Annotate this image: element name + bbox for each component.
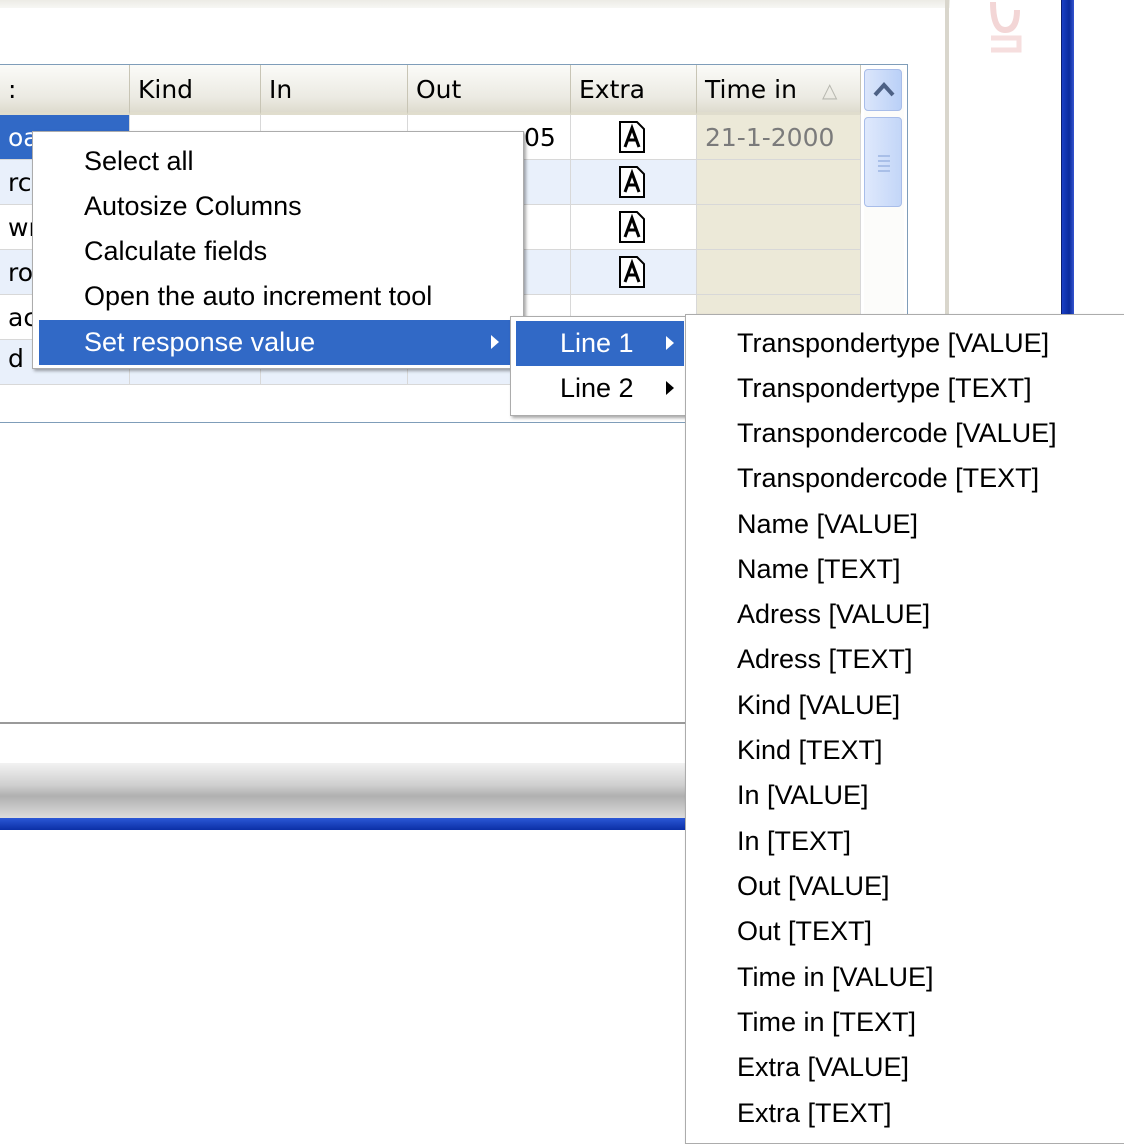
context-menu: Select all Autosize Columns Calculate fi… — [32, 131, 524, 369]
table-cell-time-in[interactable] — [697, 250, 861, 295]
menu-item-field[interactable]: Transpondercode [VALUE] — [737, 411, 1057, 456]
column-header-extra[interactable]: Extra — [571, 65, 697, 115]
scroll-thumb[interactable] — [864, 117, 902, 207]
window-top-edge — [0, 0, 950, 8]
text-document-icon — [619, 256, 645, 288]
menu-item-field[interactable]: Out [TEXT] — [737, 909, 872, 954]
text-document-icon — [619, 166, 645, 198]
grip-icon — [878, 155, 890, 172]
table-cell-time-in[interactable]: 21-1-2000 — [697, 115, 861, 160]
menu-item-field[interactable]: Name [TEXT] — [737, 547, 901, 592]
panel-divider — [0, 722, 690, 724]
submenu-arrow-icon — [666, 381, 674, 395]
column-header-out[interactable]: Out — [408, 65, 571, 115]
panel-gradient-bar — [0, 763, 690, 818]
menu-item-field[interactable]: Adress [VALUE] — [737, 592, 930, 637]
submenu-arrow-icon — [666, 336, 674, 350]
submenu-arrow-icon — [491, 335, 499, 349]
menu-item-field[interactable]: Name [VALUE] — [737, 502, 918, 547]
menu-item-field[interactable]: Kind [TEXT] — [737, 728, 883, 773]
menu-item-line-1-label: Line 1 — [560, 328, 634, 358]
menu-item-open-auto-increment-tool[interactable]: Open the auto increment tool — [33, 274, 523, 319]
side-panel — [950, 0, 1124, 320]
field-submenu: Transpondertype [VALUE] Transpondertype … — [685, 314, 1124, 1144]
menu-item-field[interactable]: Time in [VALUE] — [737, 955, 934, 1000]
menu-item-select-all[interactable]: Select all — [33, 139, 523, 184]
menu-item-field[interactable]: Transpondertype [TEXT] — [737, 366, 1032, 411]
chevron-up-icon — [873, 82, 895, 97]
menu-item-calculate-fields[interactable]: Calculate fields — [33, 229, 523, 274]
column-header-in[interactable]: In — [261, 65, 408, 115]
line-submenu: Line 1 Line 2 — [510, 316, 690, 416]
menu-item-set-response-value[interactable]: Set response value — [39, 320, 517, 365]
menu-item-field[interactable]: Out [VALUE] — [737, 864, 890, 909]
menu-item-field[interactable]: Extra [TEXT] — [737, 1091, 892, 1136]
menu-item-line-2-label: Line 2 — [560, 373, 634, 403]
table-cell-time-in[interactable] — [697, 160, 861, 205]
table-cell-extra[interactable] — [571, 115, 697, 160]
menu-item-set-response-value-label: Set response value — [84, 327, 316, 357]
menu-item-field[interactable]: Kind [VALUE] — [737, 683, 900, 728]
menu-item-field[interactable]: Time in [TEXT] — [737, 1000, 916, 1045]
window-frame-blue — [1061, 0, 1074, 320]
menu-item-autosize-columns[interactable]: Autosize Columns — [33, 184, 523, 229]
menu-item-field[interactable]: In [VALUE] — [737, 773, 869, 818]
column-header-time-in-label: Time in — [705, 75, 797, 104]
table-cell-extra[interactable] — [571, 250, 697, 295]
scroll-up-button[interactable] — [864, 69, 902, 111]
table-cell-extra[interactable] — [571, 160, 697, 205]
table-cell-extra[interactable] — [571, 205, 697, 250]
menu-item-field[interactable]: Transpondercode [TEXT] — [737, 456, 1039, 501]
window-divider — [945, 0, 949, 320]
column-header-time-in[interactable]: Time in △ — [697, 65, 861, 115]
menu-item-field[interactable]: Adress [TEXT] — [737, 637, 913, 682]
text-document-icon — [619, 121, 645, 153]
partial-logo-icon — [990, 1, 1022, 53]
menu-item-line-1[interactable]: Line 1 — [516, 321, 684, 366]
menu-item-field[interactable]: In [TEXT] — [737, 819, 851, 864]
panel-blue-bar — [0, 818, 690, 830]
text-document-icon — [619, 211, 645, 243]
menu-item-field[interactable]: Transpondertype [VALUE] — [737, 321, 1049, 366]
column-header-name[interactable]: : — [0, 65, 130, 115]
menu-item-line-2[interactable]: Line 2 — [516, 366, 684, 411]
table-cell-time-in[interactable] — [697, 205, 861, 250]
column-header-kind[interactable]: Kind — [130, 65, 261, 115]
sort-ascending-icon: △ — [822, 78, 838, 102]
menu-item-field[interactable]: Extra [VALUE] — [737, 1045, 909, 1090]
